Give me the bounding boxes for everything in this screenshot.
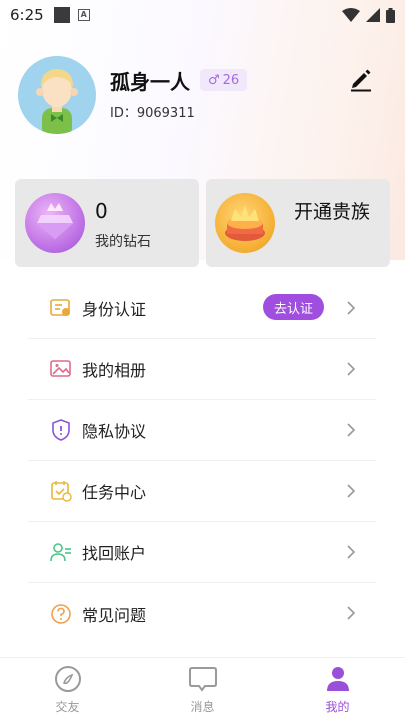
avatar-illustration-icon xyxy=(36,69,78,134)
tab-label: 我的 xyxy=(325,700,350,714)
male-icon: ♂ xyxy=(208,72,220,88)
chevron-right-icon xyxy=(347,423,356,437)
gender-age-badge: ♂ 26 xyxy=(200,69,248,91)
task-calendar-icon xyxy=(50,480,72,502)
wallet-cards: 0 我的钻石 开通贵族 xyxy=(15,179,390,267)
go-verify-button[interactable]: 去认证 xyxy=(262,294,324,320)
noble-label: 开通贵族 xyxy=(294,201,371,223)
my-diamonds-card[interactable]: 0 我的钻石 xyxy=(15,179,199,267)
message-bubble-icon xyxy=(188,664,218,694)
tab-label: 消息 xyxy=(190,700,215,714)
chevron-right-icon xyxy=(347,362,356,376)
shield-icon xyxy=(50,419,72,441)
menu-item-recover-account[interactable]: 找回账户 xyxy=(28,522,376,583)
status-bar: 6:25 A xyxy=(0,0,405,30)
battery-icon xyxy=(386,7,395,23)
username: 孤身一人 xyxy=(110,70,190,94)
signal-icon xyxy=(366,8,380,22)
menu-label: 常见问题 xyxy=(82,605,147,625)
avatar[interactable] xyxy=(18,56,96,134)
menu-label: 身份认证 xyxy=(82,300,147,319)
wifi-icon xyxy=(342,8,360,22)
menu-item-privacy-policy[interactable]: 隐私协议 xyxy=(28,400,376,461)
menu-item-faq[interactable]: 常见问题 xyxy=(28,583,376,644)
menu-label: 任务中心 xyxy=(82,483,147,502)
tab-messages[interactable]: 消息 xyxy=(135,658,270,720)
menu-label: 找回账户 xyxy=(82,544,147,563)
profile-header: 孤身一人 ♂ 26 ID：9069311 xyxy=(18,56,388,136)
menu-item-identity-verification[interactable]: 身份认证 去认证 xyxy=(28,278,376,339)
menu-label: 我的相册 xyxy=(82,361,147,380)
bottom-tab-bar: 交友 消息 我的 xyxy=(0,657,405,720)
status-time: 6:25 xyxy=(10,6,44,24)
user-recover-icon xyxy=(50,541,72,563)
pencil-icon xyxy=(351,69,371,92)
menu-item-my-album[interactable]: 我的相册 xyxy=(28,339,376,400)
menu-item-task-center[interactable]: 任务中心 xyxy=(28,461,376,522)
diamond-count: 0 xyxy=(95,199,108,223)
edit-profile-button[interactable] xyxy=(348,66,374,92)
tab-label: 交友 xyxy=(55,700,80,714)
age-value: 26 xyxy=(222,72,240,88)
id-card-icon xyxy=(50,297,72,319)
chevron-right-icon xyxy=(347,484,356,498)
chevron-right-icon xyxy=(347,606,356,620)
photo-album-icon xyxy=(50,358,72,380)
status-icons xyxy=(342,7,395,23)
person-icon xyxy=(323,664,353,694)
tab-mine[interactable]: 我的 xyxy=(270,658,405,720)
tab-make-friends[interactable]: 交友 xyxy=(0,658,135,720)
menu-label: 隐私协议 xyxy=(82,422,147,441)
keyboard-icon: A xyxy=(77,9,90,21)
settings-menu: 身份认证 去认证 我的相册 隐私协议 任务中心 找回账户 常见问题 xyxy=(28,278,376,644)
diamond-label: 我的钻石 xyxy=(95,234,151,250)
chevron-right-icon xyxy=(347,545,356,559)
compass-icon xyxy=(53,664,83,694)
crown-icon xyxy=(215,193,275,253)
chevron-right-icon xyxy=(347,301,356,315)
noble-membership-card[interactable]: 开通贵族 xyxy=(206,179,390,267)
question-circle-icon xyxy=(50,603,72,625)
diamond-icon xyxy=(25,193,85,253)
notification-icon xyxy=(53,7,70,23)
user-id: ID：9069311 xyxy=(110,106,195,121)
